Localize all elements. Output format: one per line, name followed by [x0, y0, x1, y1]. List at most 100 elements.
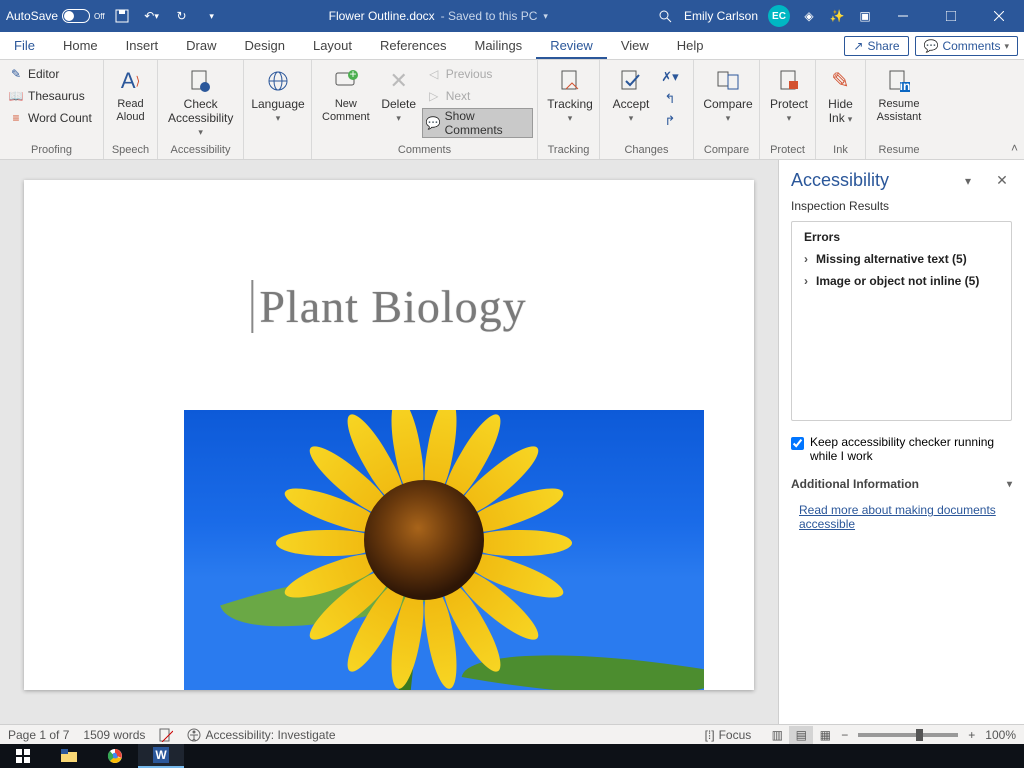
title-dropdown-icon[interactable]: ▾ [543, 11, 548, 22]
pane-options-button[interactable]: ▾ [958, 174, 978, 188]
zoom-slider[interactable] [858, 733, 958, 737]
thesaurus-label: Thesaurus [28, 89, 85, 103]
editor-button[interactable]: ✎Editor [4, 64, 96, 84]
language-icon [266, 64, 290, 98]
language-button[interactable]: Language▾ [248, 62, 308, 126]
qat-customize[interactable]: ▾ [199, 2, 225, 30]
tab-insert[interactable]: Insert [112, 32, 173, 59]
errors-category: Errors [792, 222, 1011, 248]
new-comment-label: New Comment [322, 98, 370, 123]
check-accessibility-button[interactable]: Check Accessibility ▾ [162, 62, 239, 140]
hide-ink-button[interactable]: ✎ Hide Ink ▾ [820, 62, 861, 128]
zoom-in-button[interactable]: + [964, 728, 979, 742]
minimize-button[interactable] [880, 0, 926, 32]
tab-references[interactable]: References [366, 32, 460, 59]
collapse-ribbon-button[interactable]: ˄ [1011, 141, 1018, 155]
ribbon-display-button[interactable]: ▣ [852, 2, 878, 30]
autosave-toggle[interactable]: AutoSave Off [6, 9, 105, 23]
pane-subtitle: Inspection Results [779, 197, 1024, 221]
new-comment-button[interactable]: + New Comment [316, 62, 376, 125]
search-button[interactable] [652, 2, 678, 30]
tracking-button[interactable]: Tracking▾ [542, 62, 598, 126]
reject-button[interactable]: ✗▾ [660, 68, 680, 86]
show-comments-label: Show Comments [445, 109, 529, 137]
redo-button[interactable]: ↻ [169, 2, 195, 30]
share-button[interactable]: ↗ Share [844, 36, 908, 56]
close-button[interactable] [976, 0, 1022, 32]
chevron-down-icon: ▾ [1004, 41, 1009, 52]
user-name: Emily Carlson [684, 9, 758, 23]
resume-assistant-button[interactable]: in Resume Assistant [870, 62, 928, 125]
svg-text:W: W [155, 748, 167, 762]
user-avatar[interactable]: EC [768, 5, 790, 27]
compare-button[interactable]: Compare▾ [698, 62, 758, 126]
document-canvas[interactable]: Plant Biology [0, 160, 778, 724]
spellcheck-indicator[interactable] [159, 728, 173, 742]
document-heading[interactable]: Plant Biology [251, 280, 526, 333]
focus-mode-button[interactable]: [⁞]Focus [705, 728, 752, 742]
additional-info-label: Additional Information [791, 477, 1007, 491]
group-label-comments: Comments [316, 143, 533, 157]
group-label-changes: Changes [604, 143, 689, 157]
show-comments-button[interactable]: 💬Show Comments [422, 108, 533, 138]
group-label-proofing: Proofing [4, 143, 99, 157]
chrome-task[interactable] [92, 744, 138, 768]
tab-file[interactable]: File [0, 32, 49, 59]
next-change-button[interactable]: ↱ [660, 112, 680, 130]
page-indicator[interactable]: Page 1 of 7 [8, 728, 69, 742]
pane-close-button[interactable]: ✕ [992, 172, 1012, 189]
thesaurus-icon: 📖 [8, 88, 24, 104]
word-task[interactable]: W [138, 744, 184, 768]
accessibility-status[interactable]: Accessibility: Investigate [187, 728, 335, 742]
saved-status: - Saved to this PC [441, 9, 538, 23]
word-count-indicator[interactable]: 1509 words [83, 728, 145, 742]
next-comment-button: ▷Next [422, 86, 533, 106]
read-mode-button[interactable]: ▥ [765, 726, 789, 744]
linkedin-icon: in [887, 64, 911, 98]
group-label-protect: Protect [764, 143, 811, 157]
thesaurus-button[interactable]: 📖 Thesaurus [4, 86, 96, 106]
keep-running-checkbox[interactable]: Keep accessibility checker running while… [779, 421, 1024, 469]
undo-button[interactable]: ↶▾ [139, 2, 165, 30]
previous-change-button[interactable]: ↰ [660, 90, 680, 108]
tab-layout[interactable]: Layout [299, 32, 366, 59]
sparkle-icon[interactable]: ✨ [824, 2, 850, 30]
save-button[interactable] [109, 2, 135, 30]
file-explorer-task[interactable] [46, 744, 92, 768]
additional-info-section[interactable]: Additional Information ▾ [779, 469, 1024, 499]
accept-button[interactable]: Accept ▾ [604, 62, 658, 126]
window-title: Flower Outline.docx - Saved to this PC ▾ [225, 9, 652, 23]
protect-button[interactable]: Protect▾ [764, 62, 814, 126]
premium-icon[interactable]: ◈ [796, 2, 822, 30]
group-label-tracking: Tracking [542, 143, 595, 157]
tab-view[interactable]: View [607, 32, 663, 59]
wordcount-button[interactable]: ≡Word Count [4, 108, 96, 128]
keep-running-input[interactable] [791, 437, 804, 450]
group-label-language [248, 155, 307, 157]
comments-button[interactable]: 💬 Comments ▾ [915, 36, 1019, 56]
chevron-down-icon: ▾ [276, 113, 281, 123]
tab-review[interactable]: Review [536, 32, 607, 59]
group-label-accessibility: Accessibility [162, 143, 239, 157]
error-item[interactable]: ›Image or object not inline (5) [792, 270, 1011, 292]
share-label: Share [867, 39, 899, 53]
error-item[interactable]: ›Missing alternative text (5) [792, 248, 1011, 270]
read-more-link[interactable]: Read more about making documents accessi… [799, 503, 996, 531]
document-image[interactable] [184, 410, 704, 690]
web-layout-button[interactable]: ▦ [813, 726, 837, 744]
tab-help[interactable]: Help [663, 32, 718, 59]
tab-home[interactable]: Home [49, 32, 112, 59]
print-layout-button[interactable]: ▤ [789, 726, 813, 744]
accept-label: Accept [613, 97, 650, 111]
read-aloud-button[interactable]: A⟩ Read Aloud [108, 62, 153, 125]
start-button[interactable] [0, 744, 46, 768]
chevron-down-icon: ▾ [629, 113, 634, 123]
share-icon: ↗ [853, 39, 863, 53]
tab-design[interactable]: Design [231, 32, 299, 59]
tracking-icon [558, 64, 582, 98]
maximize-button[interactable] [928, 0, 974, 32]
tab-mailings[interactable]: Mailings [461, 32, 537, 59]
zoom-out-button[interactable]: − [837, 728, 852, 742]
tab-draw[interactable]: Draw [172, 32, 230, 59]
zoom-level[interactable]: 100% [985, 728, 1016, 742]
